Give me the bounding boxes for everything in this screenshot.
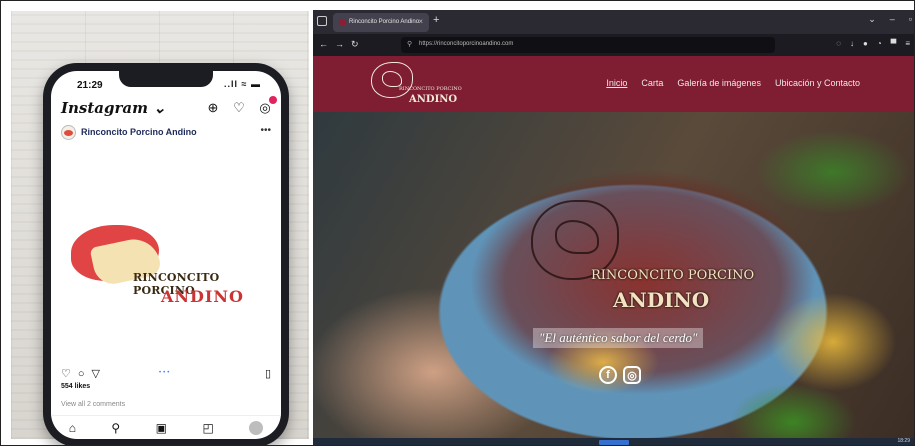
shield-icon[interactable]: ◌ xyxy=(836,39,841,48)
like-comment-share-icons[interactable]: ♡○▽ xyxy=(61,367,107,380)
account-icon[interactable]: ◔ xyxy=(877,39,882,48)
os-taskbar: 18:29 xyxy=(313,438,914,445)
restore-icon[interactable]: ▫ xyxy=(909,14,912,25)
navigation-bar: ← → ↻ ⚲ https://rinconcitoporcinoandino.… xyxy=(313,34,914,56)
pig-logo-icon[interactable] xyxy=(371,62,413,98)
composite-screenshot: 21:29 ..ll ≈ ▬ Instagram ⌄ ⊕ ♡ ◎ Rinconc… xyxy=(0,0,915,446)
add-post-icon[interactable]: ⊕ xyxy=(205,100,221,116)
home-icon[interactable]: ⌂ xyxy=(69,421,76,435)
reload-icon[interactable]: ↻ xyxy=(351,39,359,50)
menu-ubicacion[interactable]: Ubicación y Contacto xyxy=(775,78,860,88)
post-brand-line2: ANDINO xyxy=(161,287,244,306)
close-tab-icon[interactable]: × xyxy=(418,17,423,26)
address-bar[interactable]: ⚲ https://rinconcitoporcinoandino.com xyxy=(401,37,775,53)
bookmark-icon[interactable]: ▯ xyxy=(265,367,271,380)
tab-title: Rinconcito Porcino Andino xyxy=(349,19,420,25)
facebook-icon[interactable]: f xyxy=(599,366,617,384)
signal-battery-icons: ..ll ≈ ▬ xyxy=(224,79,261,89)
phone-frame: 21:29 ..ll ≈ ▬ Instagram ⌄ ⊕ ♡ ◎ Rinconc… xyxy=(43,63,289,445)
menu-inicio[interactable]: Inicio xyxy=(606,78,627,88)
post-header: Rinconcito Porcino Andino ••• xyxy=(51,123,281,143)
status-time: 21:29 xyxy=(77,80,103,91)
chevron-down-icon[interactable]: ⌄ xyxy=(868,14,876,25)
reels-icon[interactable]: ▣ xyxy=(156,421,167,435)
toolbar-icons: ◌ ↓ ● ◔ ▀ ≡ xyxy=(836,39,910,48)
menu-carta[interactable]: Carta xyxy=(641,78,663,88)
site-name-big: ANDINO xyxy=(409,94,458,105)
hero-image: RINCONCITO PORCINO ANDINO "El auténtico … xyxy=(313,112,914,438)
minimize-icon[interactable]: – xyxy=(890,14,895,25)
account-avatar[interactable] xyxy=(61,125,76,140)
notification-badge xyxy=(269,96,277,104)
carousel-dots: ••• xyxy=(159,370,172,376)
hero-name-line2: ANDINO xyxy=(613,288,710,312)
back-icon[interactable]: ← xyxy=(319,39,328,49)
window-controls: ⌄ – ▫ xyxy=(868,14,912,25)
instagram-icon[interactable]: ◎ xyxy=(623,366,641,384)
status-bar: 21:29 ..ll ≈ ▬ xyxy=(51,77,281,93)
browser-tab-active[interactable]: Rinconcito Porcino Andino × xyxy=(333,13,429,32)
search-icon[interactable]: ⚲ xyxy=(111,421,120,435)
site-info-icon[interactable]: ⚲ xyxy=(407,40,412,48)
hero-tagline: "El auténtico sabor del cerdo" xyxy=(533,328,704,348)
taskbar-clock: 18:29 xyxy=(897,438,910,444)
url-text: https://rinconcitoporcinoandino.com xyxy=(419,41,514,47)
site-menu: Inicio Carta Galería de imágenes Ubicaci… xyxy=(606,78,860,88)
instagram-logo[interactable]: Instagram ⌄ xyxy=(61,99,166,117)
post-actions: ♡○▽ ••• ▯ xyxy=(61,367,271,381)
favicon-icon xyxy=(339,19,346,26)
profile-avatar[interactable] xyxy=(249,420,264,435)
browser-menu-icon[interactable] xyxy=(317,16,327,26)
menu-galeria[interactable]: Galería de imágenes xyxy=(677,78,761,88)
browser-window: Rinconcito Porcino Andino × + ⌄ – ▫ ← → … xyxy=(313,10,914,445)
wood-background: 21:29 ..ll ≈ ▬ Instagram ⌄ ⊕ ♡ ◎ Rinconc… xyxy=(11,11,309,445)
view-comments-link[interactable]: View all 2 comments xyxy=(61,401,125,408)
extension-icon[interactable]: ● xyxy=(863,39,868,48)
account-name[interactable]: Rinconcito Porcino Andino xyxy=(81,127,197,137)
shop-icon[interactable]: ◰ xyxy=(202,421,213,435)
post-image: RINCONCITO PORCINO ANDINO xyxy=(51,145,281,363)
instagram-header-icons: ⊕ ♡ ◎ xyxy=(205,96,277,116)
messenger-icon[interactable]: ◎ xyxy=(257,96,277,116)
forward-icon[interactable]: → xyxy=(335,39,344,49)
download-icon[interactable]: ↓ xyxy=(850,39,854,48)
instagram-header: Instagram ⌄ ⊕ ♡ ◎ xyxy=(51,95,281,121)
phone-screen: 21:29 ..ll ≈ ▬ Instagram ⌄ ⊕ ♡ ◎ Rinconc… xyxy=(51,71,281,439)
instagram-tabbar: ⌂ ⚲ ▣ ◰ xyxy=(51,415,281,439)
likes-count: 554 likes xyxy=(61,383,91,390)
heart-icon[interactable]: ♡ xyxy=(231,100,247,116)
hero-name-line1: RINCONCITO PORCINO xyxy=(591,268,755,283)
menu-icon[interactable]: ≡ xyxy=(905,39,910,48)
social-links: f ◎ xyxy=(599,366,641,384)
site-name-small: RINCONCITO PORCINO xyxy=(399,86,462,92)
tab-strip: Rinconcito Porcino Andino × + ⌄ – ▫ xyxy=(313,10,914,34)
more-options-icon[interactable]: ••• xyxy=(260,125,271,136)
taskbar-apps[interactable] xyxy=(599,440,629,445)
reader-icon[interactable]: ▀ xyxy=(891,39,897,48)
new-tab-icon[interactable]: + xyxy=(433,14,439,26)
site-header: RINCONCITO PORCINO ANDINO Inicio Carta G… xyxy=(313,56,914,112)
website-viewport: RINCONCITO PORCINO ANDINO Inicio Carta G… xyxy=(313,56,914,438)
